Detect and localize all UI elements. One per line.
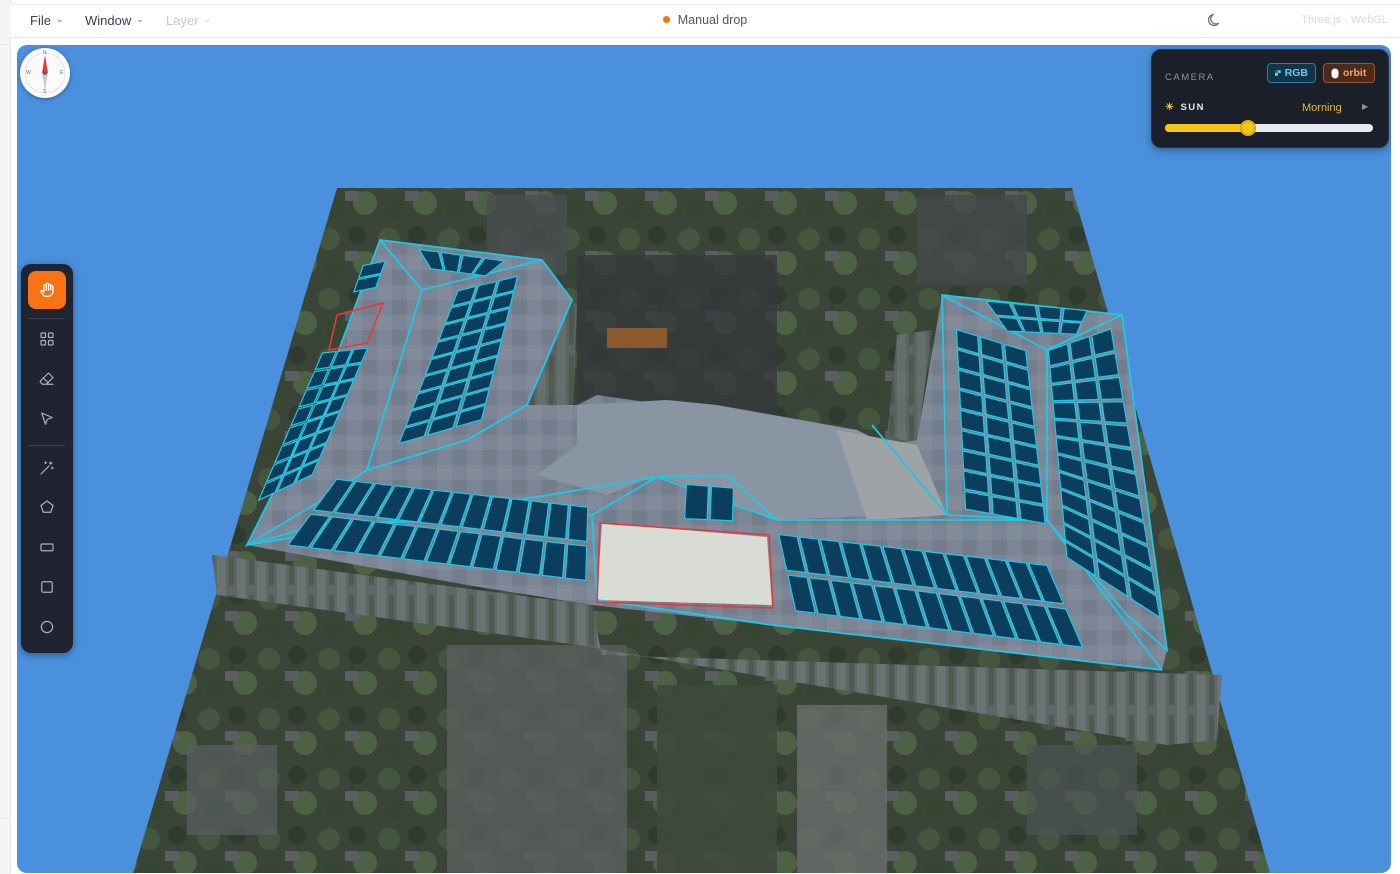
renderer-label: Three.js · WebGL — [1301, 14, 1388, 26]
toolbar-divider — [29, 318, 65, 319]
solar-panel[interactable] — [1037, 305, 1062, 321]
square-icon — [41, 581, 53, 593]
sun-slider-fill — [1165, 124, 1249, 132]
solar-panel[interactable] — [684, 483, 710, 521]
pentagon-icon — [40, 500, 54, 513]
grid-tool-button[interactable] — [28, 320, 66, 358]
moon-icon[interactable] — [1207, 12, 1223, 28]
roof-scene[interactable] — [17, 45, 1391, 873]
eraser-tool-button[interactable] — [28, 360, 66, 398]
play-icon[interactable]: ▶ — [1362, 102, 1368, 111]
camera-label: CAMERA — [1165, 72, 1215, 83]
compass-north-label: N — [43, 50, 47, 56]
mouse-icon — [1331, 68, 1339, 78]
3d-viewport[interactable]: N S E W CAMERA RGB orbit ☀ SUN Morning ▶ — [17, 45, 1391, 873]
orbit-label: orbit — [1343, 67, 1367, 79]
cursor-arrow-icon — [41, 412, 53, 425]
solar-panel[interactable] — [1050, 382, 1075, 402]
solar-panel[interactable] — [1076, 401, 1103, 423]
solar-panel[interactable] — [541, 540, 566, 579]
compass-east-label: E — [60, 70, 64, 76]
compass-west-label: W — [26, 70, 31, 76]
sun-label: SUN — [1180, 102, 1206, 113]
texture-icon — [1275, 70, 1281, 76]
left-edge-strip — [0, 0, 11, 874]
solar-panel[interactable] — [1104, 423, 1132, 449]
solar-panel[interactable] — [1074, 379, 1100, 401]
polygon-tool-button[interactable] — [28, 488, 66, 526]
pan-tool-button[interactable] — [28, 271, 66, 309]
solar-panel[interactable] — [1101, 401, 1128, 424]
grid-icon — [40, 332, 54, 346]
solar-panel[interactable] — [1061, 307, 1088, 323]
compass-widget[interactable]: N S E W — [20, 48, 70, 98]
sun-row: ☀ SUN — [1165, 102, 1205, 113]
rectangle-tool-button[interactable] — [28, 528, 66, 566]
solar-panel[interactable] — [1039, 319, 1061, 335]
rectangle-icon — [40, 543, 54, 552]
sun-icon: ☀ — [1165, 102, 1176, 113]
solar-panel[interactable] — [1094, 352, 1120, 378]
rgb-toggle-button[interactable]: RGB — [1267, 63, 1316, 83]
magic-wand-tool-button[interactable] — [28, 449, 66, 487]
solar-panel[interactable] — [1097, 376, 1124, 401]
camera-panel: CAMERA RGB orbit ☀ SUN Morning ▶ — [1151, 49, 1389, 148]
status-dot — [662, 16, 670, 23]
orbit-toggle-button[interactable]: orbit — [1323, 63, 1375, 83]
solar-panel[interactable] — [1053, 419, 1080, 440]
sun-time-value: Morning — [1302, 102, 1342, 114]
solar-panel[interactable] — [1079, 421, 1106, 444]
sun-time-slider[interactable] — [1165, 120, 1373, 136]
solar-panel[interactable] — [546, 502, 569, 540]
hand-icon — [40, 282, 54, 298]
solar-panel[interactable] — [564, 543, 588, 582]
eraser-icon — [39, 372, 54, 385]
solar-panel[interactable] — [1052, 401, 1078, 421]
square-tool-button[interactable] — [28, 568, 66, 606]
sun-slider-knob[interactable] — [1240, 120, 1257, 136]
solar-panel[interactable] — [567, 504, 589, 543]
compass-south-label: S — [43, 89, 47, 95]
status-text: Manual drop — [677, 13, 748, 27]
circle-tool-button[interactable] — [28, 608, 66, 646]
solar-panel[interactable] — [709, 485, 735, 522]
solar-panel[interactable] — [1071, 357, 1096, 381]
top-menu-bar: File ⌄ Window ⌄ Layer ⌄ Manual drop Three.j… — [10, 4, 1400, 38]
rgb-label: RGB — [1284, 67, 1308, 79]
circle-icon — [40, 620, 54, 634]
status-indicator: Manual drop — [10, 13, 1400, 27]
toolbar-divider — [29, 445, 65, 446]
tool-palette — [21, 264, 73, 653]
magic-wand-icon — [40, 461, 54, 475]
select-tool-button[interactable] — [28, 400, 66, 438]
